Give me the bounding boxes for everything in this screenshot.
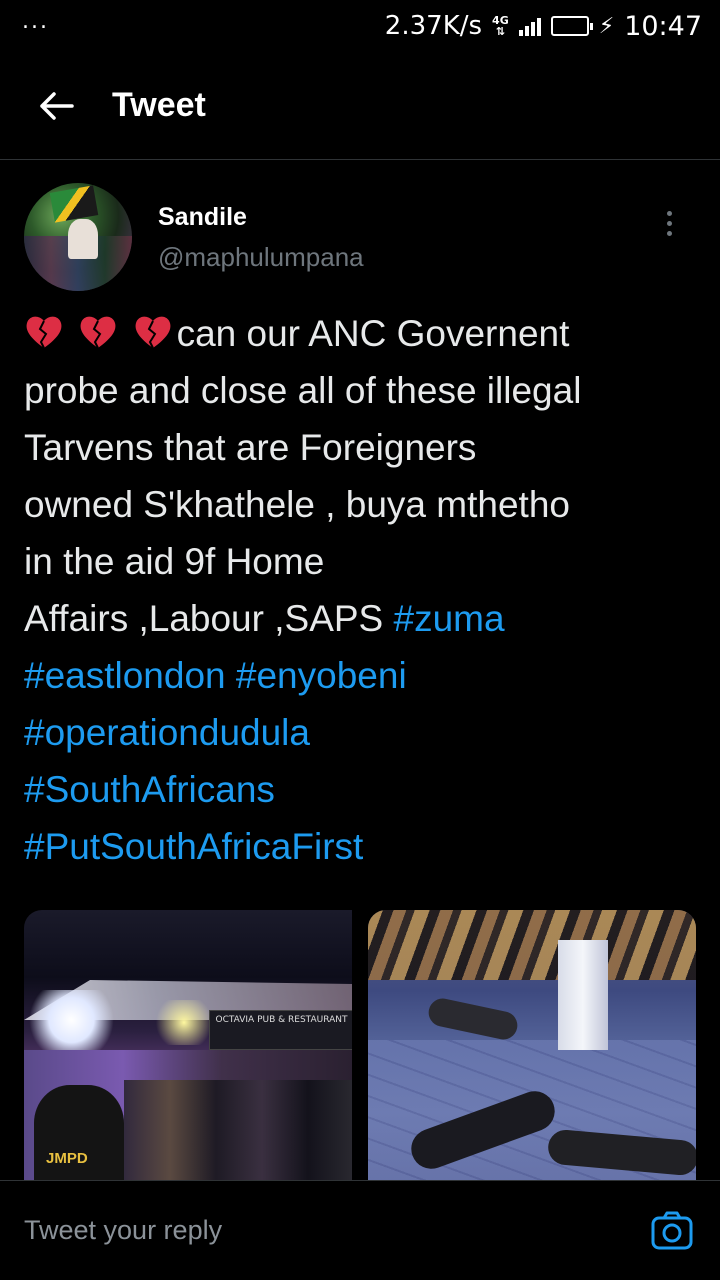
broken-heart-icon (26, 316, 62, 349)
hashtag-link[interactable]: #zuma (394, 598, 505, 639)
media-image-interior[interactable] (368, 910, 696, 1180)
tweet-media: OCTAVIA PUB & RESTAURANT JMPD (24, 910, 696, 1180)
tweet-line: Tarvens that are Foreigners (24, 427, 477, 468)
signal-icon (518, 16, 541, 36)
tweet-line: #SouthAfricans (24, 761, 704, 818)
tweet-line: Affairs ,Labour ,SAPS #zuma (24, 598, 505, 639)
tweet-text: can our ANC Governent probe and close al… (24, 305, 704, 875)
tweet-line: can our ANC Governent (24, 305, 704, 362)
author-name[interactable]: Sandile (158, 203, 364, 232)
camera-icon[interactable] (650, 1209, 694, 1253)
reply-input[interactable]: Tweet your reply (24, 1215, 222, 1246)
more-dot (666, 220, 672, 226)
arrow-left-icon (40, 91, 74, 120)
pub-sign: OCTAVIA PUB & RESTAURANT (209, 1010, 352, 1050)
tweet-line: owned S'khathele , buya mthetho (24, 484, 570, 525)
broken-heart-icon (135, 316, 170, 349)
tweet-line: #eastlondon #enyobeni (24, 647, 704, 704)
status-bar: ... 2.37K/s 4G ⇅ ⚡ 10:47 (0, 0, 720, 52)
broken-heart-icon (80, 316, 116, 349)
tweet-author: Sandile @maphulumpana (24, 183, 696, 293)
hashtag-link[interactable]: #eastlondon (24, 655, 226, 696)
charging-icon: ⚡ (598, 13, 615, 39)
more-dot (666, 210, 672, 216)
net-speed: 2.37K/s (384, 11, 483, 41)
back-button[interactable] (0, 52, 112, 160)
network-type-icon: 4G ⇅ (492, 14, 509, 38)
reply-composer: Tweet your reply (0, 1180, 720, 1280)
app-header: Tweet (0, 52, 720, 160)
page-title: Tweet (112, 86, 206, 124)
author-names: Sandile @maphulumpana (158, 183, 364, 293)
hashtag-link[interactable]: #operationdudula (24, 712, 310, 753)
clock: 10:47 (624, 10, 702, 42)
media-image-pub[interactable]: OCTAVIA PUB & RESTAURANT JMPD (24, 910, 352, 1180)
notification-dots: ... (22, 8, 49, 34)
author-handle[interactable]: @maphulumpana (158, 242, 364, 273)
hashtag-link[interactable]: #PutSouthAfricaFirst (24, 826, 363, 867)
tweet-line: #PutSouthAfricaFirst (24, 818, 704, 875)
jmpd-badge: JMPD (46, 1150, 88, 1167)
status-indicators: 2.37K/s 4G ⇅ ⚡ 10:47 (385, 11, 702, 42)
tweet-line: in the aid 9f Home (24, 541, 325, 582)
battery-icon (550, 16, 593, 36)
hashtag-link[interactable]: #SouthAfricans (24, 769, 275, 810)
more-options-button[interactable] (654, 203, 684, 243)
more-dot (666, 230, 672, 236)
tweet-line: probe and close all of these illegal (24, 370, 582, 411)
tweet-line: #operationdudula (24, 704, 704, 761)
hashtag-link[interactable]: #enyobeni (236, 655, 407, 696)
avatar[interactable] (24, 183, 132, 291)
